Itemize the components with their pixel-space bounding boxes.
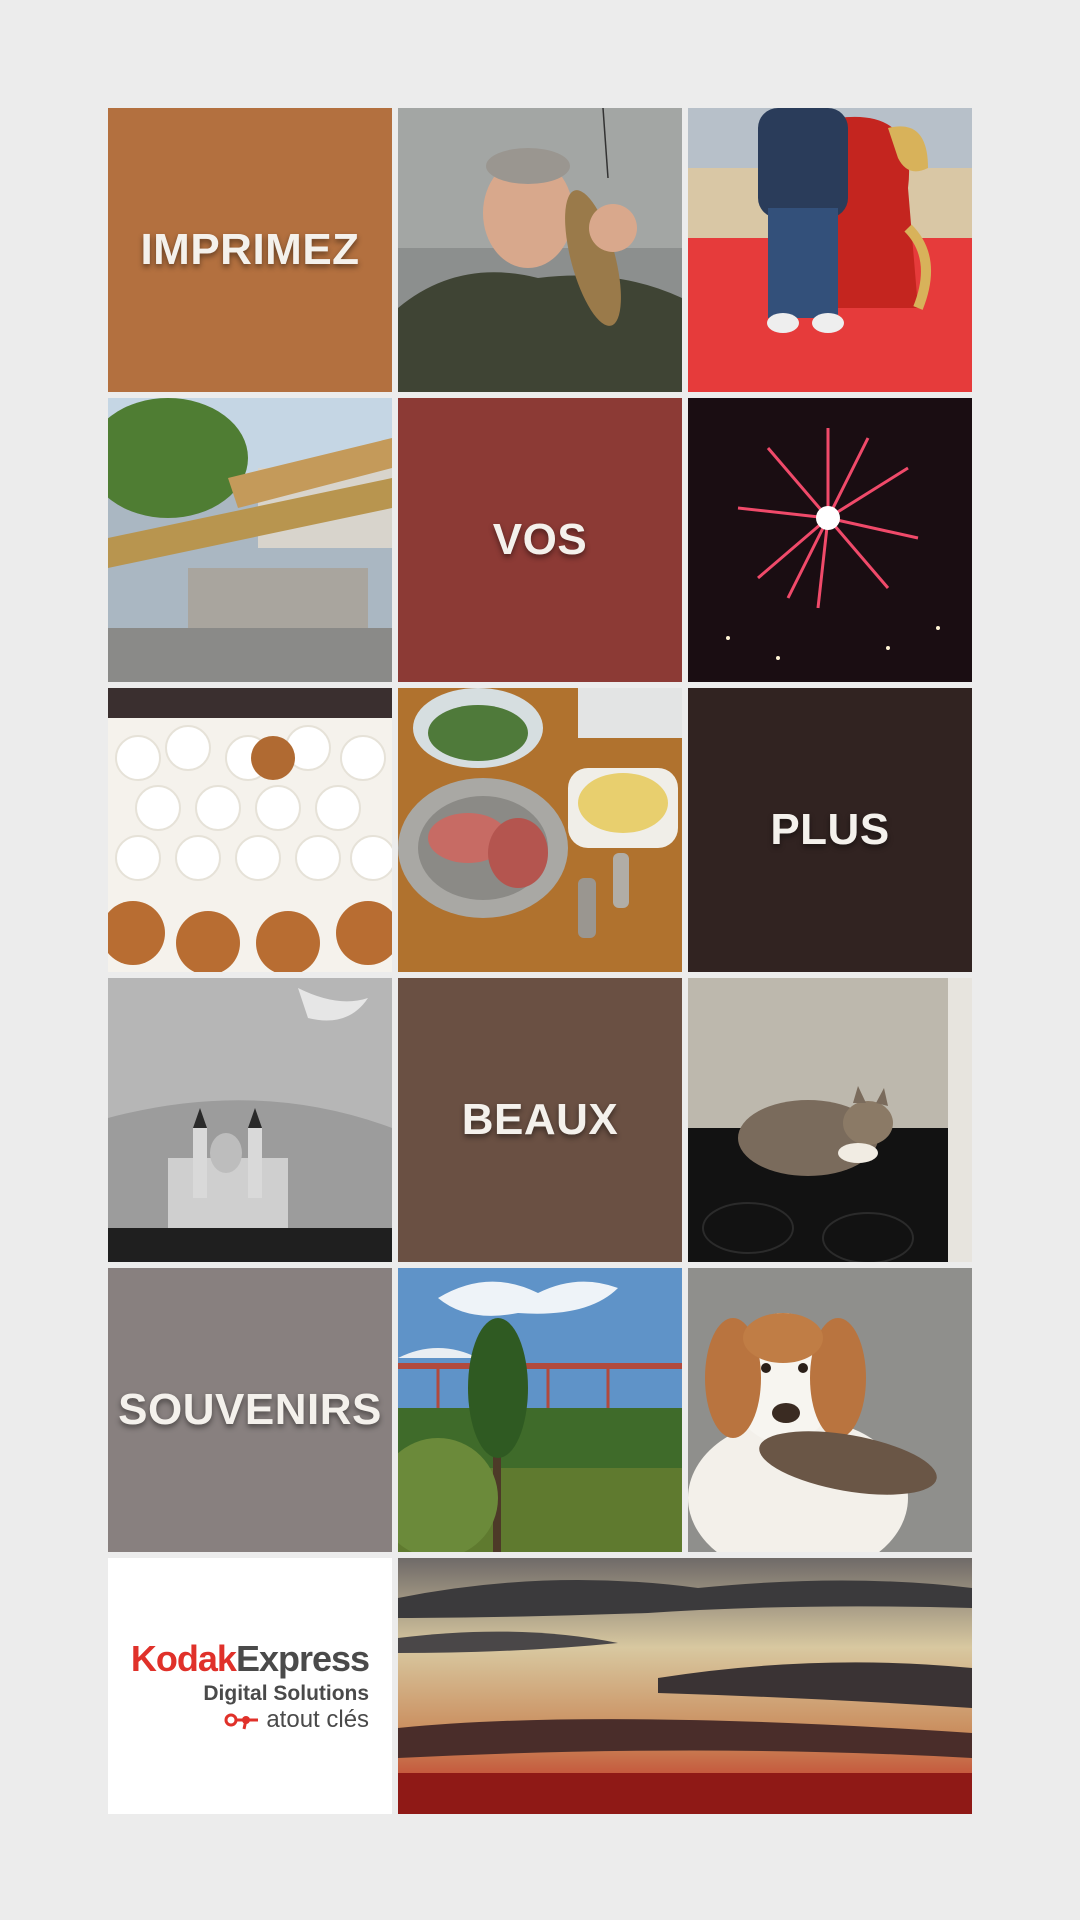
photo-dinner-table-ham <box>398 688 682 972</box>
key-icon <box>224 1710 260 1730</box>
photo-sunset-clouds <box>398 1558 972 1814</box>
logo-atout-cles-line: atout clés <box>131 1705 370 1733</box>
word-vos: VOS <box>492 515 588 564</box>
kodak-express-logo-tile: KodakExpress Digital Solutions atout clé… <box>108 1558 392 1814</box>
word-tile-vos: VOS <box>398 398 682 682</box>
logo-brand-line: KodakExpress <box>130 1637 370 1679</box>
photo-man-on-red-throne <box>688 108 972 392</box>
photo-cinder-blocks-construction <box>108 398 392 682</box>
logo-subtitle: Digital Solutions <box>203 1681 370 1705</box>
word-tile-plus: PLUS <box>688 688 972 972</box>
photo-cat-on-stove <box>688 978 972 1262</box>
logo-express-text: Express <box>235 1637 370 1679</box>
photo-basilica-black-white <box>108 978 392 1262</box>
word-souvenirs: SOUVENIRS <box>118 1385 382 1434</box>
photo-man-with-fish <box>398 108 682 392</box>
word-tile-beaux: BEAUX <box>398 978 682 1262</box>
photo-viaduct-lake <box>398 1268 682 1552</box>
photo-spaniel-with-bird <box>688 1268 972 1552</box>
word-beaux: BEAUX <box>461 1095 619 1144</box>
word-tile-souvenirs: SOUVENIRS <box>108 1268 392 1552</box>
photo-cream-puff-cake <box>108 688 392 972</box>
kodak-express-logo: KodakExpress Digital Solutions atout clé… <box>130 1637 370 1733</box>
logo-atout-cles-text: atout clés <box>266 1705 370 1733</box>
word-plus: PLUS <box>770 805 890 854</box>
photo-mosaic: IMPRIMEZ VOS PLUS BEAUX SOUVENIRS KodakE… <box>108 108 972 1814</box>
word-tile-imprimez: IMPRIMEZ <box>108 108 392 392</box>
photo-fireworks <box>688 398 972 682</box>
word-imprimez: IMPRIMEZ <box>140 225 360 274</box>
logo-kodak-text: Kodak <box>130 1637 237 1679</box>
